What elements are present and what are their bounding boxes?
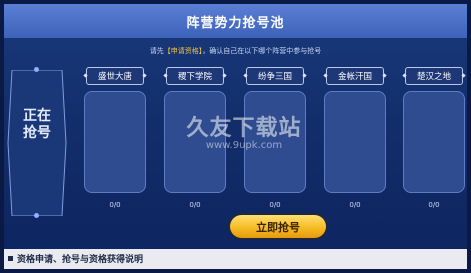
camp-slot[interactable] [324, 91, 386, 193]
camp-tag[interactable]: 盛世大唐 [86, 67, 144, 85]
side-status-label: 正在抢号 [23, 108, 51, 141]
camp-slot[interactable] [84, 91, 146, 193]
notice-suffix: ，确认自己在以下哪个阵营中参与抢号 [202, 47, 322, 55]
status-side-panel: 正在抢号 [6, 67, 68, 218]
notice-text: 请先【申请资格】，确认自己在以下哪个阵营中参与抢号 [4, 46, 467, 56]
camp-count: 0/0 [428, 201, 440, 209]
title-bar: 阵营势力抢号池 [4, 4, 467, 38]
grab-now-button[interactable]: 立即抢号 [230, 215, 326, 238]
apply-qualification-link[interactable]: 【申请资格】 [164, 47, 203, 55]
camp-tag[interactable]: 金帐汗国 [326, 67, 384, 85]
camp-name: 稷下学院 [177, 72, 212, 82]
camp-count: 0/0 [349, 201, 361, 209]
watermark-text: 久友下载站 [186, 116, 302, 141]
notice-prefix: 请先 [149, 47, 164, 55]
camp-count: 0/0 [269, 201, 281, 209]
watermark: 久友下载站 www.9upk.com [174, 110, 314, 151]
camp-tag[interactable]: 纷争三国 [246, 67, 304, 85]
camp-tag[interactable]: 楚汉之地 [405, 67, 463, 85]
side-dot-bottom [34, 213, 39, 218]
page-title: 阵营势力抢号池 [186, 15, 285, 31]
square-bullet-icon [8, 256, 13, 261]
camp-name: 金帐汗国 [337, 72, 372, 82]
info-title: 资格申请、抢号与资格获得说明 [17, 255, 144, 265]
camp-tag[interactable]: 稷下学院 [166, 67, 224, 85]
camp-count: 0/0 [189, 201, 201, 209]
side-dot-top [34, 67, 39, 72]
camp-name: 楚汉之地 [416, 72, 451, 82]
camp-name: 盛世大唐 [97, 72, 132, 82]
camp-count: 0/0 [109, 201, 121, 209]
side-panel-frame [7, 70, 67, 216]
info-title-row: 资格申请、抢号与资格获得说明 [8, 252, 143, 265]
game-panel: 阵营势力抢号池 请先【申请资格】，确认自己在以下哪个阵营中参与抢号 正在抢号 盛… [4, 4, 467, 269]
camp-slot[interactable] [403, 91, 465, 193]
camp-name: 纷争三国 [257, 72, 292, 82]
info-section-header: 资格申请、抢号与资格获得说明 [4, 249, 467, 269]
